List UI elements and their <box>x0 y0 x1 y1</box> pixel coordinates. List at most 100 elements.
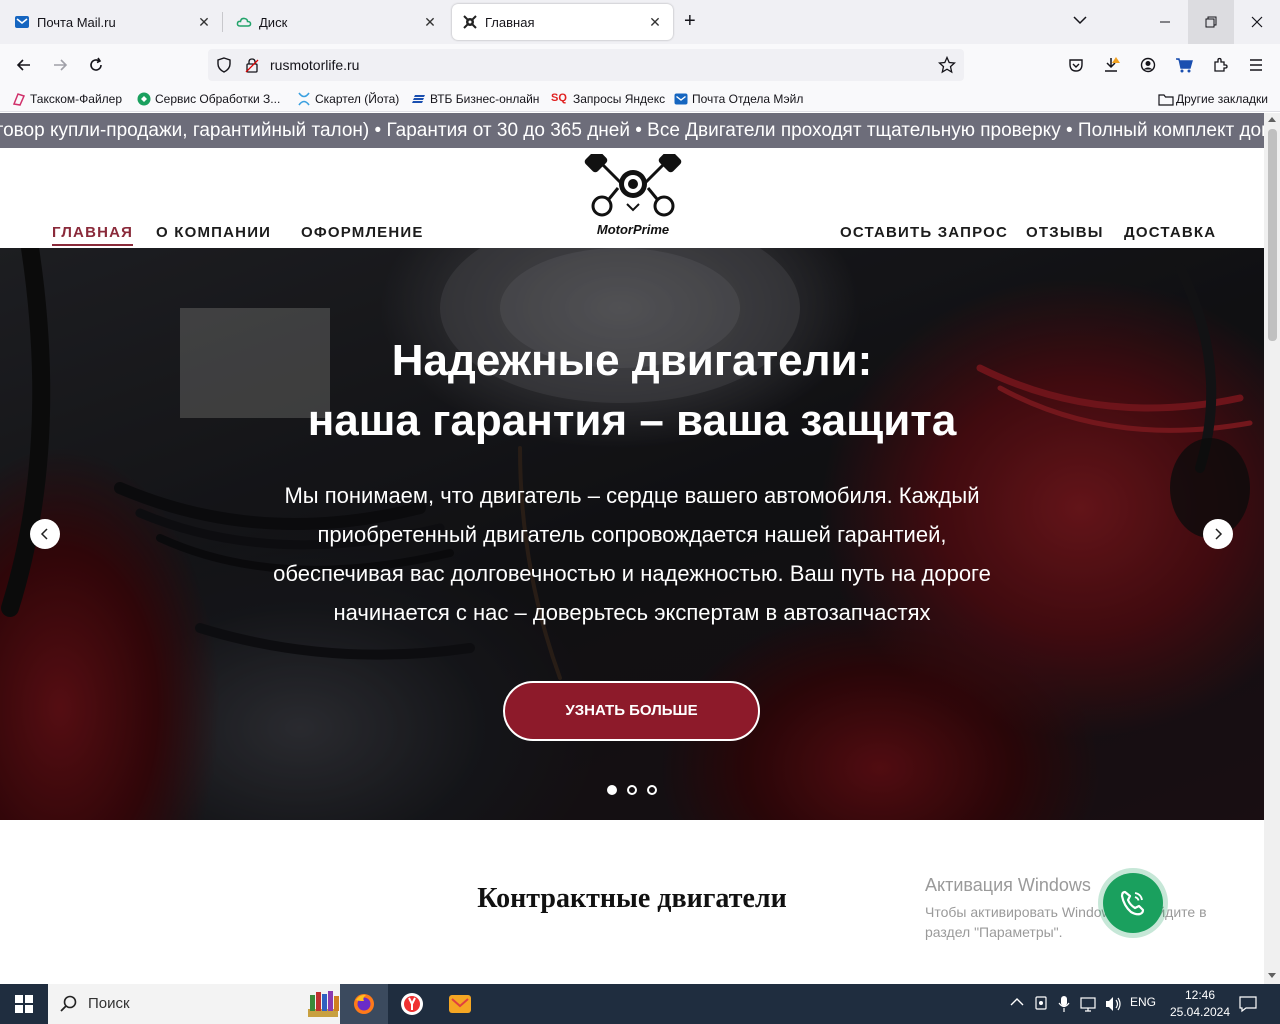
tray-chevron-up-icon[interactable] <box>1010 997 1024 1007</box>
hero-title: Надежные двигатели: наша гарантия – ваша… <box>0 331 1264 451</box>
close-icon[interactable]: ✕ <box>647 14 663 31</box>
scroll-down-icon[interactable] <box>1268 973 1276 979</box>
new-tab-button[interactable]: + <box>684 10 696 33</box>
other-bookmarks[interactable]: Другие закладки <box>1158 90 1268 108</box>
firefox-icon <box>354 994 374 1014</box>
start-button[interactable] <box>0 984 48 1024</box>
nav-registration[interactable]: ОФОРМЛЕНИЕ <box>301 224 424 241</box>
bookmark-label: ВТБ Бизнес-онлайн <box>430 92 540 106</box>
folder-icon <box>1158 92 1174 106</box>
search-icon <box>60 995 78 1013</box>
yandex-browser-icon <box>401 993 423 1015</box>
volume-icon[interactable] <box>1104 995 1122 1013</box>
bookmark-sq-icon: SQ <box>551 92 567 104</box>
site-header: ГЛАВНАЯ О КОМПАНИИ ОФОРМЛЕНИЕ MotorPrime <box>0 148 1264 248</box>
browser-toolbar: rusmotorlife.ru <box>0 44 1280 86</box>
bookmarks-bar: Такском-Файлер Сервис Обработки З... Ска… <box>0 86 1280 112</box>
tab-home[interactable]: Главная ✕ <box>452 4 673 40</box>
chevron-left-icon <box>40 528 48 540</box>
mail-app-icon <box>449 995 471 1013</box>
tray-device-icon[interactable] <box>1034 995 1048 1013</box>
chevron-right-icon <box>1215 528 1223 540</box>
nav-reviews[interactable]: ОТЗЫВЫ <box>1026 224 1104 241</box>
url-text: rusmotorlife.ru <box>270 57 360 73</box>
web-page: оговор купли-продажи, гарантийный талон)… <box>0 113 1264 984</box>
site-logo[interactable]: MotorPrime <box>578 154 688 237</box>
back-button[interactable] <box>10 51 38 79</box>
bookmark-taxcom[interactable]: Такском-Файлер <box>12 90 122 108</box>
close-icon[interactable]: ✕ <box>422 14 438 31</box>
bookmark-label: Другие закладки <box>1176 92 1268 106</box>
taskbar-search[interactable]: Поиск <box>48 984 346 1024</box>
bookmark-vtb-icon <box>412 92 426 106</box>
cloud-icon <box>236 14 252 30</box>
close-icon[interactable]: ✕ <box>196 14 212 31</box>
ticker-text: оговор купли-продажи, гарантийный талон)… <box>0 120 1264 141</box>
bookmark-yota-icon <box>297 92 311 106</box>
bookmark-mail-dept[interactable]: Почта Отдела Мэйл <box>674 90 803 108</box>
search-placeholder: Поиск <box>88 995 130 1012</box>
nav-about[interactable]: О КОМПАНИИ <box>156 224 271 241</box>
account-icon[interactable] <box>1134 51 1162 79</box>
slider-prev-button[interactable] <box>30 519 60 549</box>
scroll-up-icon[interactable] <box>1268 116 1276 122</box>
windows-logo-icon <box>15 995 33 1013</box>
page-scrollbar[interactable] <box>1264 113 1280 984</box>
tab-disk[interactable]: Диск ✕ <box>226 4 448 40</box>
nav-request[interactable]: ОСТАВИТЬ ЗАПРОС <box>840 224 1008 241</box>
bookmark-scartel[interactable]: Скартел (Йота) <box>297 90 399 108</box>
pistons-logo-icon <box>584 154 682 217</box>
microphone-icon[interactable] <box>1058 995 1070 1013</box>
nav-delivery[interactable]: ДОСТАВКА <box>1124 224 1216 241</box>
restore-button[interactable] <box>1188 0 1234 44</box>
firefox-taskbar-button[interactable] <box>340 984 388 1024</box>
forward-button[interactable] <box>46 51 74 79</box>
nav-home[interactable]: ГЛАВНАЯ <box>52 224 134 246</box>
hero-title-line1: Надежные двигатели: <box>391 336 873 385</box>
shield-icon[interactable] <box>216 57 232 73</box>
hero-description: Мы понимаем, что двигатель – сердце ваше… <box>273 483 991 625</box>
cart-icon[interactable] <box>1170 51 1198 79</box>
bookmark-label: Скартел (Йота) <box>315 92 400 106</box>
clock[interactable]: 12:46 25.04.2024 <box>1162 987 1238 1021</box>
reload-button[interactable] <box>82 51 110 79</box>
bookmark-vtb[interactable]: ВТБ Бизнес-онлайн <box>412 90 539 108</box>
engine-logo-icon <box>462 14 478 30</box>
extensions-icon[interactable] <box>1206 51 1234 79</box>
lock-insecure-icon[interactable] <box>244 57 260 73</box>
notifications-icon[interactable] <box>1238 995 1258 1013</box>
tab-list-chevron-icon[interactable] <box>1072 14 1088 26</box>
slider-dot[interactable] <box>607 785 617 795</box>
tab-mail[interactable]: Почта Mail.ru ✕ <box>4 4 222 40</box>
call-button[interactable] <box>1103 873 1163 933</box>
downloads-icon[interactable] <box>1098 51 1126 79</box>
learn-more-button[interactable]: УЗНАТЬ БОЛЬШЕ <box>503 681 760 741</box>
yandex-browser-taskbar-button[interactable] <box>388 984 436 1024</box>
network-icon[interactable] <box>1080 995 1098 1013</box>
activation-text: Чтобы активировать Windows, перейдите в … <box>925 904 1207 940</box>
bookmark-yandex-queries[interactable]: SQ Запросы Яндекс <box>551 90 665 108</box>
close-window-button[interactable] <box>1234 0 1280 44</box>
menu-hamburger-icon[interactable] <box>1242 51 1270 79</box>
phone-icon <box>1120 890 1145 916</box>
bookmark-label: Почта Отдела Мэйл <box>692 92 804 106</box>
bookmark-pink-icon <box>12 92 26 106</box>
tab-divider <box>222 12 223 32</box>
address-bar[interactable]: rusmotorlife.ru <box>208 49 964 81</box>
bookmark-star-icon[interactable] <box>938 56 956 74</box>
slider-dot[interactable] <box>647 785 657 795</box>
mail-app-taskbar-button[interactable] <box>436 984 484 1024</box>
language-indicator[interactable]: ENG <box>1130 995 1156 1009</box>
tab-label: Почта Mail.ru <box>37 14 116 30</box>
clock-date: 25.04.2024 <box>1169 1005 1231 1019</box>
hero-title-line2: наша гарантия – ваша защита <box>307 396 957 445</box>
slider-next-button[interactable] <box>1203 519 1233 549</box>
bookmark-service[interactable]: Сервис Обработки З... <box>137 90 280 108</box>
windows-activation-watermark: Активация Windows Чтобы активировать Win… <box>925 875 1235 942</box>
minimize-button[interactable] <box>1142 0 1188 44</box>
pocket-icon[interactable] <box>1062 51 1090 79</box>
tab-label: Главная <box>485 14 535 30</box>
slider-dot[interactable] <box>627 785 637 795</box>
windows-taskbar: Поиск ENG 12:46 25.04.2024 <box>0 984 1280 1024</box>
scroll-thumb[interactable] <box>1268 129 1277 341</box>
